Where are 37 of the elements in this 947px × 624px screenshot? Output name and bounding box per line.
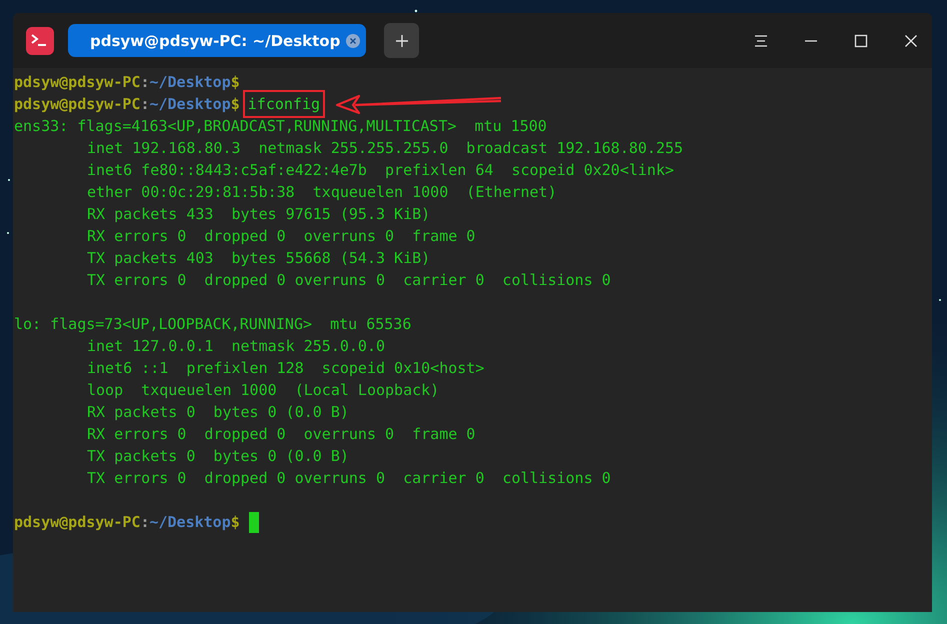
output-line: ether 00:0c:29:81:5b:38 txqueuelen 1000 (Ethernet) <box>87 182 557 203</box>
output-line: loop txqueuelen 1000 (Local Loopback) <box>87 380 440 401</box>
command-text: ifconfig <box>242 90 326 118</box>
output-line: RX packets 0 bytes 0 (0.0 B) <box>87 402 349 423</box>
prompt-user-host: pdsyw@pdsyw-PC <box>14 72 140 93</box>
output-line: TX errors 0 dropped 0 overruns 0 carrier 0 collisions 0 <box>87 270 611 291</box>
output-line: RX packets 433 bytes 97615 (95.3 KiB) <box>87 204 430 225</box>
tab-title: pdsyw@pdsyw-PC: ~/Desktop <box>90 32 340 50</box>
close-icon[interactable] <box>904 34 918 48</box>
output-line: RX errors 0 dropped 0 overruns 0 frame 0 <box>87 424 476 445</box>
output-line: TX packets 403 bytes 55668 (54.3 KiB) <box>87 248 430 269</box>
output-line: ens33: flags=4163<UP,BROADCAST,RUNNING,MULTICAST> mtu 1500 <box>14 116 547 137</box>
prompt-symbol: $ <box>230 512 240 533</box>
prompt-separator: : <box>140 94 150 115</box>
prompt-separator: : <box>140 72 150 93</box>
prompt-user-host: pdsyw@pdsyw-PC <box>14 94 140 115</box>
output-line: RX errors 0 dropped 0 overruns 0 frame 0 <box>87 226 476 247</box>
prompt-path: ~/Desktop <box>149 94 231 115</box>
prompt-symbol: $ <box>230 72 240 93</box>
output-line: lo: flags=73<UP,LOOPBACK,RUNNING> mtu 65536 <box>14 314 412 335</box>
output-line: inet 192.168.80.3 netmask 255.255.255.0 broadcast 192.168.80.255 <box>87 138 684 159</box>
output-line: inet 127.0.0.1 netmask 255.0.0.0 <box>87 336 386 357</box>
maximize-icon[interactable] <box>854 34 868 48</box>
prompt-separator: : <box>140 512 150 533</box>
terminal-app-icon[interactable] <box>26 26 54 54</box>
output-line: inet6 ::1 prefixlen 128 scopeid 0x10<host> <box>87 358 484 379</box>
prompt-symbol: $ <box>230 94 240 115</box>
prompt-path: ~/Desktop <box>149 512 231 533</box>
output-line: TX packets 0 bytes 0 (0.0 B) <box>87 446 349 467</box>
new-tab-button[interactable] <box>384 23 420 58</box>
terminal-tab[interactable]: pdsyw@pdsyw-PC: ~/Desktop <box>68 24 366 57</box>
prompt-path: ~/Desktop <box>149 72 231 93</box>
output-line: TX errors 0 dropped 0 overruns 0 carrier 0 collisions 0 <box>87 468 611 489</box>
plus-icon <box>394 34 409 48</box>
output-line: inet6 fe80::8443:c5af:e422:4e7b prefixlen 64 scopeid 0x20<link> <box>87 160 674 181</box>
prompt-user-host: pdsyw@pdsyw-PC <box>14 512 140 533</box>
menu-icon[interactable] <box>754 34 768 48</box>
